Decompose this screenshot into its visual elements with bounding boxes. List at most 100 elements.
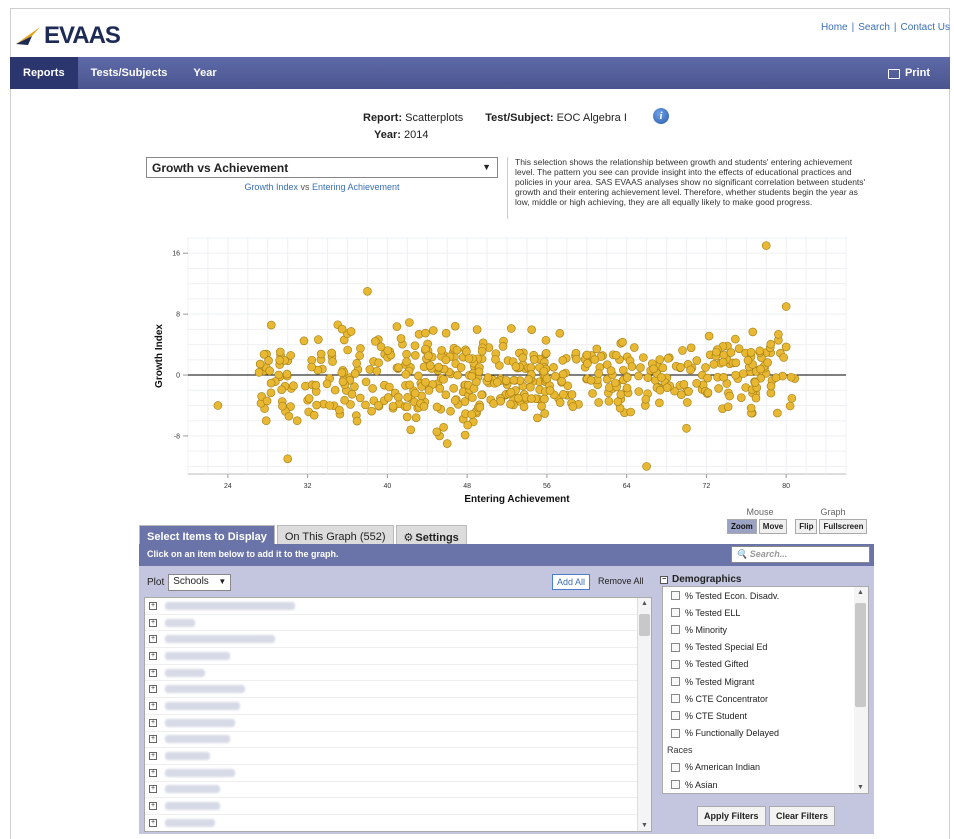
demographic-item[interactable]: % Tested Special Ed xyxy=(663,639,868,656)
expand-icon[interactable]: + xyxy=(149,718,157,727)
expand-icon[interactable]: + xyxy=(149,601,157,610)
list-item[interactable]: + xyxy=(145,732,651,749)
list-item[interactable]: + xyxy=(145,748,651,765)
expand-icon[interactable]: + xyxy=(149,668,157,677)
data-point xyxy=(452,345,462,355)
checkbox[interactable] xyxy=(671,608,680,618)
demographic-item[interactable]: % Minority xyxy=(663,621,868,638)
data-point xyxy=(583,359,592,368)
plot-select[interactable]: Schools ▼ xyxy=(168,574,232,591)
graph-type-select[interactable]: Growth vs Achievement ▼ xyxy=(146,157,498,178)
checkbox[interactable] xyxy=(671,694,680,704)
panel-header: Click on an item below to add it to the … xyxy=(139,544,874,566)
data-point xyxy=(545,386,555,395)
evaas-logo[interactable]: EVAAS xyxy=(14,22,121,50)
expand-icon[interactable]: + xyxy=(149,752,157,761)
list-item[interactable]: + xyxy=(145,698,651,715)
expand-icon[interactable]: + xyxy=(149,768,157,777)
zoom-button[interactable]: Zoom xyxy=(727,519,757,534)
demographic-item[interactable]: % Tested Gifted xyxy=(663,656,868,673)
demographics-scrollbar[interactable]: ▲ ▼ xyxy=(854,587,868,793)
data-point xyxy=(316,349,326,359)
print-button[interactable]: Print xyxy=(875,57,950,89)
nav-tests-subjects[interactable]: Tests/Subjects xyxy=(78,57,181,89)
demographic-item[interactable]: % CTE Concentrator xyxy=(663,690,868,707)
info-icon[interactable]: i xyxy=(653,108,669,124)
nav-reports[interactable]: Reports xyxy=(10,57,78,89)
checkbox[interactable] xyxy=(671,625,680,635)
flip-button[interactable]: Flip xyxy=(795,519,818,534)
demographics-header[interactable]: − Demographics xyxy=(660,574,741,585)
list-item[interactable]: + xyxy=(145,648,651,665)
scroll-up-icon[interactable]: ▲ xyxy=(857,589,864,596)
demographic-item[interactable]: % Functionally Delayed xyxy=(663,725,868,742)
scroll-down-icon[interactable]: ▼ xyxy=(857,784,864,791)
demographic-item[interactable]: % Asian xyxy=(663,776,868,793)
demographic-label: % CTE Student xyxy=(685,710,748,721)
demographic-item[interactable]: % American Indian xyxy=(663,759,868,776)
demographic-item[interactable]: % Tested ELL xyxy=(663,604,868,621)
home-link[interactable]: Home xyxy=(821,22,848,33)
scroll-down-icon[interactable]: ▼ xyxy=(641,822,648,829)
data-point xyxy=(327,348,336,358)
scroll-thumb[interactable] xyxy=(639,614,650,636)
data-point xyxy=(414,371,423,381)
expand-icon[interactable]: + xyxy=(149,818,157,827)
nav-year[interactable]: Year xyxy=(180,57,229,89)
expand-icon[interactable]: + xyxy=(149,618,157,627)
list-item[interactable]: + xyxy=(145,782,651,799)
list-item[interactable]: + xyxy=(145,665,651,682)
data-point xyxy=(402,412,412,422)
expand-icon[interactable]: + xyxy=(149,802,157,811)
dropdown-arrow-icon: ▼ xyxy=(482,162,491,172)
checkbox[interactable] xyxy=(671,677,680,687)
list-item[interactable]: + xyxy=(145,765,651,782)
checkbox[interactable] xyxy=(671,642,680,652)
move-button[interactable]: Move xyxy=(758,519,788,534)
expand-icon[interactable]: + xyxy=(149,685,157,694)
expand-icon[interactable]: + xyxy=(149,635,157,644)
demographic-item[interactable]: % Tested Migrant xyxy=(663,673,868,690)
scroll-thumb[interactable] xyxy=(855,603,866,707)
clear-filters-button[interactable]: Clear Filters xyxy=(769,806,836,826)
demographic-item[interactable]: % Tested Econ. Disadv. xyxy=(663,587,868,604)
list-item[interactable]: + xyxy=(145,715,651,732)
demographics-title: Demographics xyxy=(672,574,742,585)
data-point xyxy=(663,354,673,363)
remove-all-button[interactable]: Remove All xyxy=(595,574,647,588)
list-item[interactable]: + xyxy=(145,798,651,815)
report-label: Report: xyxy=(363,112,403,124)
list-item[interactable]: + xyxy=(145,615,651,632)
checkbox[interactable] xyxy=(671,780,680,790)
expand-icon[interactable]: + xyxy=(149,651,157,660)
list-item[interactable]: + xyxy=(145,815,651,831)
expand-icon[interactable]: + xyxy=(149,735,157,744)
expand-icon[interactable]: + xyxy=(149,701,157,710)
list-item[interactable]: + xyxy=(145,598,651,615)
y-axis-link[interactable]: Growth Index xyxy=(244,182,298,192)
data-point xyxy=(405,380,414,390)
expand-icon[interactable]: + xyxy=(149,785,157,794)
scatterplot-chart[interactable]: 24 32 40 48 56 64 72 801680-8Entering Achieveme… xyxy=(150,236,850,506)
scroll-up-icon[interactable]: ▲ xyxy=(641,600,648,607)
checkbox[interactable] xyxy=(671,591,680,601)
add-all-button[interactable]: Add All xyxy=(552,574,591,590)
collapse-icon[interactable]: − xyxy=(660,575,668,584)
fullscreen-button[interactable]: Fullscreen xyxy=(819,519,868,534)
x-axis-label: Entering Achievement xyxy=(464,494,570,505)
list-item[interactable]: + xyxy=(145,681,651,699)
list-item[interactable]: + xyxy=(145,631,651,649)
data-point xyxy=(618,337,627,347)
apply-filters-button[interactable]: Apply Filters xyxy=(697,806,766,826)
x-axis-link[interactable]: Entering Achievement xyxy=(312,182,400,192)
checkbox[interactable] xyxy=(671,711,680,721)
checkbox[interactable] xyxy=(671,728,680,738)
data-point xyxy=(701,363,710,372)
list-scrollbar[interactable]: ▲ ▼ xyxy=(637,598,651,831)
checkbox[interactable] xyxy=(671,659,680,669)
demographic-item[interactable]: % CTE Student xyxy=(663,707,868,724)
checkbox[interactable] xyxy=(671,762,680,772)
contact-us-link[interactable]: Contact Us xyxy=(901,22,950,33)
search-link[interactable]: Search xyxy=(858,22,890,33)
search-input[interactable]: 🔍 Search... xyxy=(731,546,870,563)
